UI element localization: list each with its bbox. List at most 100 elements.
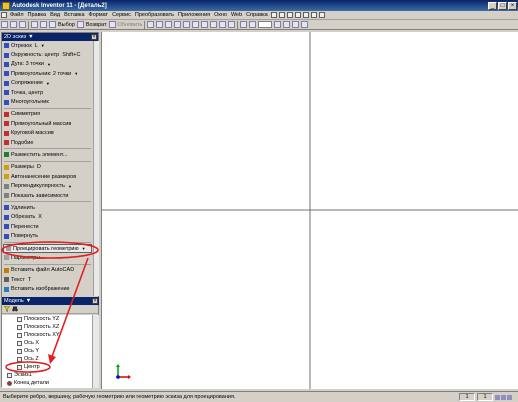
help-icon[interactable] (270, 12, 277, 18)
menu-view[interactable]: Вид (48, 12, 62, 18)
return-icon[interactable] (76, 21, 84, 28)
sketch-tool-item[interactable]: Симметрия (2, 110, 93, 119)
layout-icon[interactable] (278, 12, 285, 18)
sketch-tool-item[interactable]: Удлинить (2, 203, 93, 212)
plane-icon[interactable] (302, 12, 309, 18)
sketch-tool-item[interactable]: Перпендикулярность ▼ (2, 181, 93, 190)
menu-help[interactable]: Справка (244, 12, 270, 18)
property-icon[interactable] (292, 21, 300, 28)
sketch-tool-item[interactable]: Автонанесение размеров (2, 172, 93, 181)
model-panel-header[interactable]: Модель ▼ × (2, 297, 99, 305)
sketch-tool-item[interactable]: Повернуть (2, 231, 93, 240)
tree-node[interactable]: Плоскость YZ (2, 315, 92, 323)
save-icon[interactable] (19, 21, 26, 28)
close-icon[interactable]: × (91, 34, 97, 40)
sketch-tool-item[interactable]: Сопряжение ▼ (2, 79, 93, 88)
graphics-window[interactable] (101, 32, 518, 389)
sketch-canvas[interactable] (102, 32, 518, 389)
zoom-window-icon[interactable] (156, 21, 164, 28)
orbit-icon[interactable] (192, 21, 200, 28)
tree-node[interactable]: Эскиз1 (2, 371, 92, 379)
select-icon[interactable] (49, 21, 56, 28)
color-icon[interactable] (318, 12, 325, 18)
sketch-tool-item[interactable]: Прямоугольник: 2 точки ▼ (2, 69, 93, 78)
menu-insert[interactable]: Вставка (62, 12, 86, 18)
menu-window[interactable]: Окно (212, 12, 229, 18)
tools-icon[interactable] (286, 12, 293, 18)
return-button[interactable]: Возврат (85, 22, 108, 28)
open-icon[interactable] (10, 21, 17, 28)
menu-edit[interactable]: Правка (26, 12, 49, 18)
sketch-tool-item[interactable]: Текст T (2, 275, 93, 284)
sketch-tool-item[interactable]: Многоугольник (2, 97, 93, 106)
chevron-down-icon[interactable]: ▼ (74, 71, 78, 76)
sketch-tool-item[interactable]: Окружность: центр Shift+C (2, 50, 93, 59)
sketch-tool-item[interactable]: Отрезок L ▼ (2, 41, 93, 50)
chevron-down-icon[interactable]: ▼ (82, 246, 86, 251)
point-icon[interactable] (310, 12, 317, 18)
chevron-down-icon[interactable]: ▼ (46, 81, 50, 86)
tree-node[interactable]: Ось X (2, 339, 92, 347)
binoculars-icon[interactable] (12, 306, 18, 312)
sketch-tool-item[interactable]: Вставить файл AutoCAD (2, 266, 93, 275)
tree-node[interactable]: Плоскость XY (2, 331, 92, 339)
filter-icon[interactable] (4, 306, 10, 312)
model-browser-scrollbar[interactable] (92, 315, 99, 388)
zoom-icon[interactable] (165, 21, 173, 28)
menu-file[interactable]: Файл (8, 12, 26, 18)
redo-icon[interactable] (40, 21, 47, 28)
sketch-tool-item[interactable]: Точка, центр (2, 88, 93, 97)
update-button[interactable]: Обновить (117, 22, 144, 28)
sketch-panel-header[interactable]: 2D эскиз ▼ × (2, 33, 98, 41)
undo-icon[interactable] (31, 21, 38, 28)
sketch-tool-item[interactable]: Размеры D (2, 163, 93, 172)
measure-icon[interactable] (274, 21, 282, 28)
pan-icon[interactable] (174, 21, 182, 28)
display-mode-icon[interactable] (210, 21, 218, 28)
sketch-tool-item[interactable]: Подобие (2, 138, 93, 147)
shadow-icon[interactable] (219, 21, 227, 28)
sketch-tool-item[interactable]: Круговой массив (2, 129, 93, 138)
sketch-tool-item[interactable]: Дуга: 3 точки ▼ (2, 60, 93, 69)
sketch-tool-item[interactable]: Показать зависимости (2, 191, 93, 200)
menu-convert[interactable]: Преобразовать (133, 12, 176, 18)
color-dropdown[interactable] (258, 21, 273, 28)
close-button[interactable]: × (508, 1, 517, 10)
tree-node[interactable]: Конец детали (2, 379, 92, 387)
new-icon[interactable] (1, 21, 8, 28)
sketch-tool-item[interactable]: Параметры... (2, 253, 93, 262)
sketch-tool-item[interactable]: Обрезать X (2, 213, 93, 222)
menu-web[interactable]: Web (229, 12, 244, 18)
tree-node[interactable]: Плоскость XZ (2, 323, 92, 331)
tree-node[interactable]: Ось Y (2, 347, 92, 355)
analysis-icon[interactable] (283, 21, 291, 28)
part-color-icon[interactable] (249, 21, 257, 28)
sketch-tool-item[interactable]: Перенести (2, 222, 93, 231)
select-button[interactable]: Выбор (57, 22, 76, 28)
sketch-tool-item[interactable]: Прямоугольный массив (2, 119, 93, 128)
sketch-tool-item[interactable]: Вставить изображение (2, 284, 93, 293)
menu-applications[interactable]: Приложения (176, 12, 212, 18)
maximize-button[interactable]: □ (498, 1, 507, 10)
chevron-down-icon[interactable]: ▼ (28, 34, 33, 40)
zoom-all-icon[interactable] (147, 21, 155, 28)
chevron-down-icon[interactable]: ▼ (41, 43, 45, 48)
menu-tools[interactable]: Сервис (110, 12, 133, 18)
chevron-down-icon[interactable]: ▼ (26, 298, 31, 304)
zoom-selected-icon[interactable] (183, 21, 191, 28)
close-icon[interactable]: × (92, 298, 98, 304)
sketch-panel-scrollbar[interactable] (93, 41, 99, 296)
update-icon[interactable] (108, 21, 116, 28)
menu-format[interactable]: Формат (87, 12, 111, 18)
look-at-icon[interactable] (201, 21, 209, 28)
help-topics-icon[interactable] (301, 21, 309, 28)
minimize-button[interactable]: _ (488, 1, 497, 10)
sketch-icon[interactable] (240, 21, 248, 28)
chevron-down-icon[interactable]: ▼ (47, 62, 51, 67)
axis-icon[interactable] (294, 12, 301, 18)
camera-icon[interactable] (228, 21, 236, 28)
project-geometry-tool[interactable]: Проецировать геометрию ▼ (3, 243, 92, 254)
tree-node[interactable]: Ось Z (2, 355, 92, 363)
tree-node[interactable]: Центр (2, 363, 92, 371)
sketch-tool-item[interactable]: Разместить элемент... (2, 150, 93, 159)
